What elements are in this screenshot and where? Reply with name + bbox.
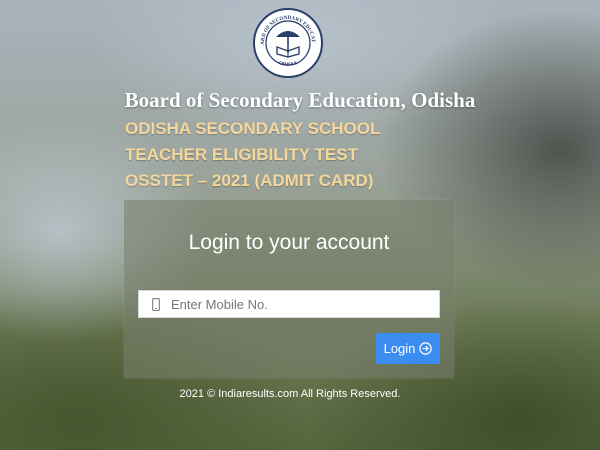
exam-title-line: ODISHA SECONDARY SCHOOL: [125, 119, 381, 138]
exam-title: ODISHA SECONDARY SCHOOL TEACHER ELIGIBIL…: [125, 116, 445, 194]
login-button[interactable]: Login: [376, 333, 440, 364]
board-seal-icon: BOARD OF SECONDARY EDUCATION ORISSA: [250, 3, 323, 78]
board-logo: BOARD OF SECONDARY EDUCATION ORISSA: [250, 3, 324, 79]
mobile-field[interactable]: [138, 290, 440, 318]
login-button-label: Login: [383, 341, 416, 356]
arrow-right-circle-icon: [419, 342, 433, 355]
login-heading: Login to your account: [188, 231, 390, 254]
mobile-number-input[interactable]: [169, 292, 439, 316]
exam-title-line: TEACHER ELIGIBILITY TEST: [125, 145, 358, 164]
footer-copyright: 2021 © Indiaresults.com All Rights Reser…: [179, 388, 401, 400]
mobile-phone-icon: [143, 297, 169, 311]
exam-title-line: OSSTET – 2021 (ADMIT CARD): [125, 171, 374, 190]
board-name: Board of Secondary Education, Odisha: [124, 88, 476, 112]
login-panel: Login to your account Login: [124, 200, 454, 378]
